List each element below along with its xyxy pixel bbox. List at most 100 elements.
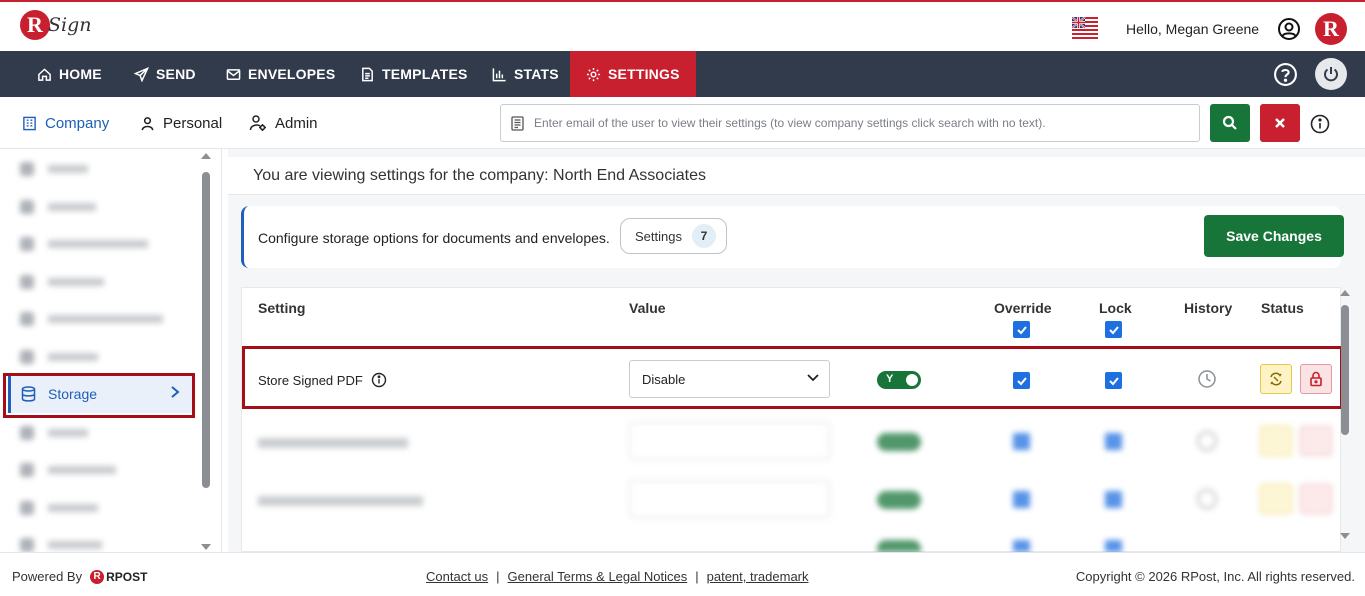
nav-stats-label: STATS xyxy=(514,66,559,82)
stats-icon xyxy=(492,67,506,81)
override-all-checkbox[interactable] xyxy=(1013,321,1030,338)
admin-user-gear-icon xyxy=(249,115,266,131)
override-checkbox[interactable] xyxy=(1013,540,1030,552)
lock-checkbox[interactable] xyxy=(1105,540,1122,552)
storage-highlight-box xyxy=(3,373,195,418)
lock-all-checkbox[interactable] xyxy=(1105,321,1122,338)
footer-separator: | xyxy=(695,569,699,584)
table-scrollbar[interactable] xyxy=(1341,305,1349,435)
status-sync-button[interactable] xyxy=(1260,484,1292,514)
setting-value-select[interactable] xyxy=(629,422,830,460)
home-icon xyxy=(38,67,51,81)
sidebar-scrollbar[interactable] xyxy=(202,172,210,488)
footer: Powered By R RPOST Contact us | General … xyxy=(0,552,1365,596)
sidebar-item-placeholder xyxy=(48,315,163,323)
sidebar-item-placeholder xyxy=(48,240,148,248)
table-scroll-up-arrow[interactable] xyxy=(1340,290,1350,296)
sidebar-scroll-up-arrow[interactable] xyxy=(201,153,211,159)
search-button[interactable] xyxy=(1210,104,1250,142)
footer-links: Contact us | General Terms & Legal Notic… xyxy=(426,569,809,584)
sidebar-item-blurred[interactable] xyxy=(20,423,88,443)
clear-search-button[interactable] xyxy=(1260,104,1300,142)
search-input[interactable] xyxy=(534,116,1174,130)
setting-toggle[interactable] xyxy=(877,491,921,509)
nav-envelopes[interactable]: ENVELOPES xyxy=(226,51,335,97)
sidebar-item-icon xyxy=(20,426,34,440)
sidebar-item-placeholder xyxy=(48,504,98,512)
setting-toggle[interactable] xyxy=(877,540,921,552)
help-icon[interactable] xyxy=(1273,62,1298,87)
power-icon xyxy=(1324,67,1338,82)
history-clock-icon[interactable] xyxy=(1197,489,1217,509)
setting-toggle[interactable] xyxy=(877,433,921,451)
rpost-logo[interactable]: R RPOST xyxy=(90,569,148,584)
info-icon[interactable] xyxy=(1310,114,1330,134)
tab-company-label: Company xyxy=(45,114,110,132)
settings-sidebar: Storage xyxy=(0,149,222,552)
sidebar-item-blurred[interactable] xyxy=(20,197,96,217)
sidebar-item-blurred[interactable] xyxy=(20,498,98,518)
patent-trademark-link[interactable]: patent, trademark xyxy=(707,569,809,584)
sidebar-item-placeholder xyxy=(48,541,102,549)
sidebar-item-icon xyxy=(20,538,34,552)
settings-count-label: Settings xyxy=(635,228,682,244)
save-changes-button[interactable]: Save Changes xyxy=(1204,215,1344,257)
rpost-brand-badge[interactable]: R xyxy=(1315,13,1347,45)
setting-name-placeholder xyxy=(258,438,408,448)
sidebar-item-blurred[interactable] xyxy=(20,347,98,367)
sidebar-item-icon xyxy=(20,350,34,364)
powered-by: Powered By R RPOST xyxy=(12,569,147,584)
user-email-search[interactable] xyxy=(500,104,1200,142)
override-checkbox[interactable] xyxy=(1013,433,1030,450)
check-icon xyxy=(1108,325,1119,334)
column-header-history: History xyxy=(1184,300,1233,316)
logout-button[interactable] xyxy=(1315,58,1347,90)
contact-card-icon xyxy=(511,115,524,131)
status-sync-button[interactable] xyxy=(1260,426,1292,456)
table-row xyxy=(242,530,1342,552)
sidebar-item-icon xyxy=(20,275,34,289)
tab-admin[interactable]: Admin xyxy=(249,97,318,149)
tab-company[interactable]: Company xyxy=(16,97,116,149)
nav-settings[interactable]: SETTINGS xyxy=(570,51,696,97)
sidebar-item-blurred[interactable] xyxy=(20,460,116,480)
contact-us-link[interactable]: Contact us xyxy=(426,569,488,584)
sidebar-item-icon xyxy=(20,312,34,326)
rpost-logo-text: RPOST xyxy=(106,569,148,584)
sidebar-item-icon xyxy=(20,162,34,176)
terms-link[interactable]: General Terms & Legal Notices xyxy=(508,569,688,584)
lock-checkbox[interactable] xyxy=(1105,491,1122,508)
sidebar-item-icon xyxy=(20,463,34,477)
status-locked-button[interactable] xyxy=(1300,484,1332,514)
settings-count-badge[interactable]: Settings 7 xyxy=(620,218,727,254)
uk-flag-icon[interactable] xyxy=(1072,17,1098,39)
sidebar-item-placeholder xyxy=(48,165,88,173)
nav-settings-label: SETTINGS xyxy=(608,66,680,82)
storage-info-card: Configure storage options for documents … xyxy=(241,206,1344,268)
lock-checkbox[interactable] xyxy=(1105,433,1122,450)
tab-personal[interactable]: Personal xyxy=(140,97,222,149)
nav-send-label: SEND xyxy=(156,66,196,82)
nav-stats[interactable]: STATS xyxy=(492,51,559,97)
sidebar-item-blurred[interactable] xyxy=(20,309,163,329)
nav-send[interactable]: SEND xyxy=(134,51,196,97)
footer-separator: | xyxy=(496,569,500,584)
sidebar-item-placeholder xyxy=(48,203,96,211)
section-description: Configure storage options for documents … xyxy=(258,230,610,246)
sidebar-item-blurred[interactable] xyxy=(20,234,148,254)
main-nav: HOME SEND ENVELOPES TEMPLATES STATS SETT… xyxy=(0,51,1365,97)
nav-templates[interactable]: TEMPLATES xyxy=(360,51,468,97)
sidebar-scroll-down-arrow[interactable] xyxy=(201,544,211,550)
sidebar-item-blurred[interactable] xyxy=(20,272,104,292)
setting-value-select[interactable] xyxy=(629,480,830,518)
status-locked-button[interactable] xyxy=(1300,426,1332,456)
history-clock-icon[interactable] xyxy=(1197,431,1217,451)
sidebar-item-blurred[interactable] xyxy=(20,159,88,179)
table-scroll-down-arrow[interactable] xyxy=(1340,533,1350,539)
nav-home[interactable]: HOME xyxy=(37,51,102,97)
tab-admin-label: Admin xyxy=(275,114,318,132)
override-checkbox[interactable] xyxy=(1013,491,1030,508)
send-icon xyxy=(134,66,149,82)
user-profile-icon[interactable] xyxy=(1277,17,1301,41)
rsign-logo[interactable]: R Sign xyxy=(20,8,92,48)
